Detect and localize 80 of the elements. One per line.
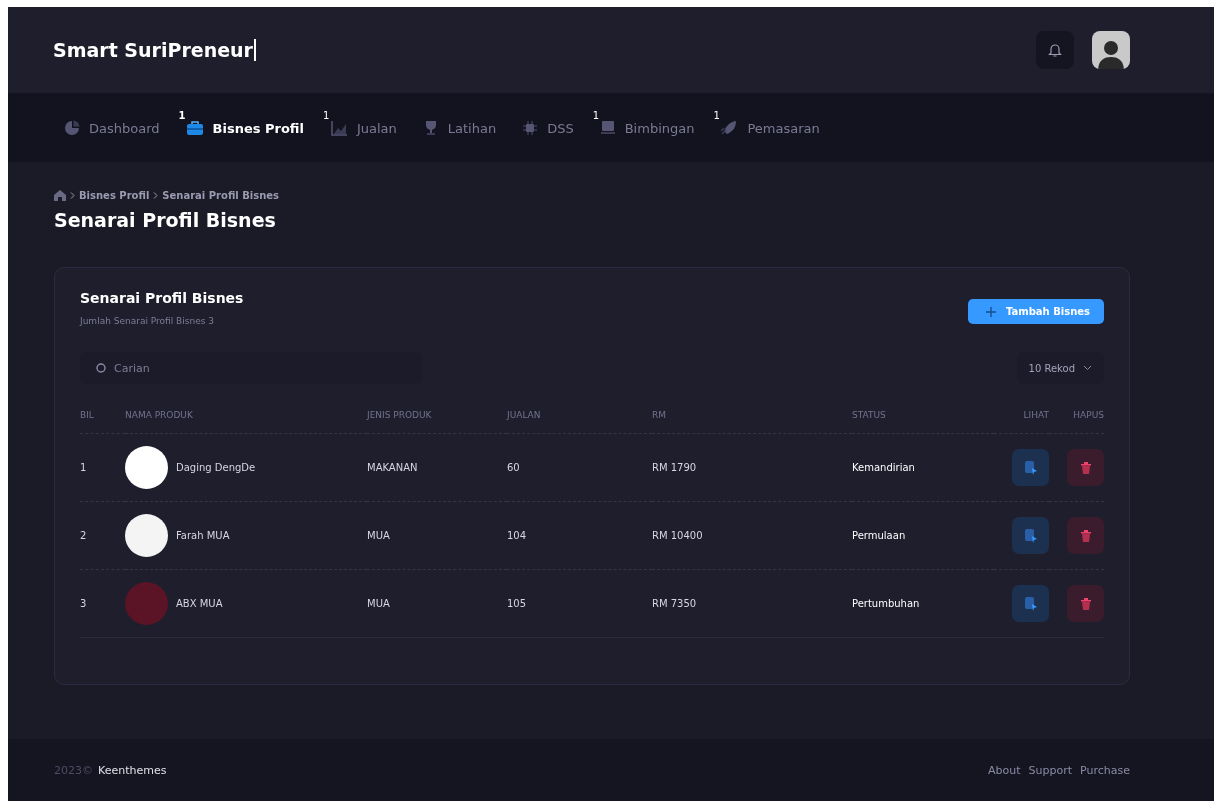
business-logo: [125, 582, 168, 625]
table-cell: Pertumbuhan: [852, 569, 994, 638]
search-icon: [96, 363, 107, 374]
table-cell: MUA: [367, 501, 507, 570]
view-button[interactable]: [1012, 449, 1049, 486]
trash-icon: [1080, 461, 1091, 474]
page-title: Senarai Profil Bisnes: [54, 209, 277, 231]
table-cell: 105: [507, 569, 652, 638]
user-avatar[interactable]: [1092, 31, 1130, 69]
nav-tab[interactable]: Dashboard: [54, 112, 170, 144]
footer-link[interactable]: About: [988, 763, 1021, 777]
table-cell: MUA: [367, 569, 507, 638]
table-cell: 2: [80, 501, 125, 570]
breadcrumb-link[interactable]: Bisnes Profil: [79, 190, 150, 201]
delete-button[interactable]: [1067, 449, 1104, 486]
page-size-dropdown[interactable]: 10 Rekod: [1016, 352, 1104, 384]
nav-tab[interactable]: Bimbingan 1: [589, 112, 705, 144]
rocket-icon: [720, 120, 739, 136]
product-name[interactable]: Daging DengDe: [176, 462, 256, 473]
table-cell: 3: [80, 569, 125, 638]
column-header: BIL: [80, 400, 125, 434]
count-label: 1: [592, 110, 600, 121]
card-title: Senarai Profil Bisnes: [80, 290, 244, 306]
area-chart-icon: [329, 120, 348, 136]
view-button[interactable]: [1012, 585, 1049, 622]
document-icon: [1024, 596, 1037, 611]
document-icon: [1024, 528, 1037, 543]
nav-tab[interactable]: Jualan 1: [319, 112, 407, 144]
table-cell: RM 7350: [652, 569, 852, 638]
table-cell: RM 1790: [652, 433, 852, 502]
trash-icon: [1080, 597, 1091, 610]
product-name[interactable]: ABX MUA: [176, 598, 223, 609]
chevron-down-icon: [1083, 365, 1092, 371]
nav-tab[interactable]: Latihan: [412, 112, 507, 144]
footer-link[interactable]: Support: [1028, 763, 1073, 777]
table-cell: Kemandirian: [852, 433, 994, 502]
count-label: 1: [713, 110, 720, 121]
briefcase-icon: [185, 120, 204, 136]
business-logo: [125, 446, 168, 489]
column-header: HAPUS: [1049, 400, 1104, 434]
trash-icon: [1080, 529, 1091, 542]
plus-icon: [985, 306, 996, 317]
record-count: Jumlah Senarai Profil Bisnes 3: [80, 316, 215, 326]
count-label: 1: [322, 110, 330, 121]
pie-chart-icon: [64, 120, 80, 136]
column-header: NAMA PRODUK: [125, 400, 367, 434]
table-cell: MAKANAN: [367, 433, 507, 502]
column-header: JENIS PRODUK: [367, 400, 507, 434]
home-icon[interactable]: [54, 190, 66, 201]
monitor-icon: [599, 120, 616, 136]
nav-tab[interactable]: DSS: [512, 112, 584, 144]
table-cell: Permulaan: [852, 501, 994, 570]
product-name[interactable]: Farah MUA: [176, 530, 230, 541]
app-title: Smart SuriPreneur: [53, 39, 256, 61]
bell-icon: [1047, 42, 1063, 58]
notification-button[interactable]: [1036, 31, 1074, 69]
chevron-right-icon: [70, 192, 75, 199]
table-cell: 104: [507, 501, 652, 570]
delete-button[interactable]: [1067, 517, 1104, 554]
count-label: 1: [178, 110, 186, 121]
table-cell: RM 10400: [652, 501, 852, 570]
column-header: JUALAN: [507, 400, 652, 434]
column-header: RM: [652, 400, 852, 434]
chevron-right-icon: [153, 192, 159, 199]
brand-link[interactable]: Keenthemes: [98, 763, 167, 777]
table-cell: 60: [507, 433, 652, 502]
copyright-year: 2023©: [54, 763, 93, 777]
chip-icon: [522, 120, 539, 136]
view-button[interactable]: [1012, 517, 1049, 554]
search-field[interactable]: Carian: [80, 352, 422, 384]
business-logo: [125, 514, 168, 557]
column-header: LIHAT: [994, 400, 1049, 434]
footer-link[interactable]: Purchase: [1080, 763, 1130, 777]
document-icon: [1024, 460, 1037, 475]
column-header: STATUS: [852, 400, 994, 434]
nav-tab[interactable]: Bisnes Profil 1: [175, 112, 314, 144]
breadcrumb-link[interactable]: Senarai Profil Bisnes: [162, 190, 280, 201]
nav-tab[interactable]: Pemasaran 1: [710, 112, 830, 144]
delete-button[interactable]: [1067, 585, 1104, 622]
table-cell: 1: [80, 433, 125, 502]
